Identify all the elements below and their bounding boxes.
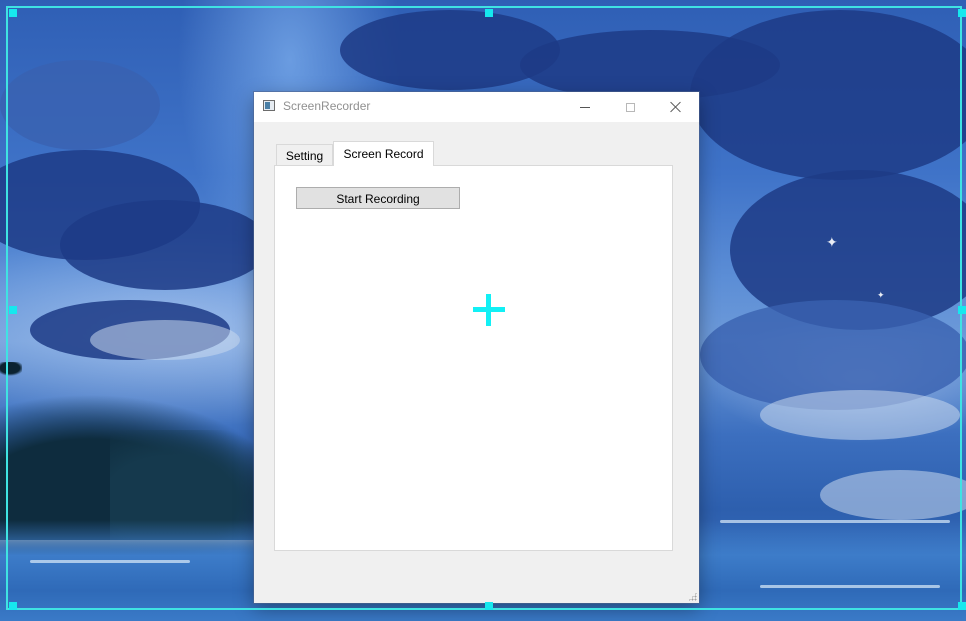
title-bar[interactable]: ScreenRecorder xyxy=(254,92,699,122)
crosshair-icon[interactable] xyxy=(473,294,505,326)
cloud xyxy=(820,470,966,520)
cloud xyxy=(90,320,240,360)
wave-foam xyxy=(30,560,190,563)
crosshair-vertical-bar xyxy=(486,294,491,326)
desktop-wallpaper: ✦ ✦ ScreenRecorder Setting Screen Record… xyxy=(0,0,966,621)
tab-setting[interactable]: Setting xyxy=(276,144,333,165)
window-title: ScreenRecorder xyxy=(283,99,371,113)
resize-handle-top-left[interactable] xyxy=(9,9,17,17)
resize-handle-top[interactable] xyxy=(485,9,493,17)
wave-foam xyxy=(720,520,950,523)
resize-handle-bottom[interactable] xyxy=(485,602,493,610)
start-recording-button[interactable]: Start Recording xyxy=(296,187,460,209)
cloud xyxy=(0,60,160,150)
cloud xyxy=(760,390,960,440)
tab-screen-record[interactable]: Screen Record xyxy=(333,141,434,166)
minimize-button[interactable] xyxy=(562,92,608,122)
wave-foam xyxy=(760,585,940,588)
resize-handle-bottom-right[interactable] xyxy=(958,602,966,610)
maximize-icon xyxy=(625,102,635,112)
app-icon xyxy=(263,100,275,111)
resize-handle-bottom-left[interactable] xyxy=(9,602,17,610)
screen-record-panel: Start Recording xyxy=(274,165,673,551)
close-button[interactable] xyxy=(653,92,699,122)
cloud xyxy=(60,200,270,290)
resize-handle-top-right[interactable] xyxy=(958,9,966,17)
sparkle-icon: ✦ xyxy=(826,235,838,251)
sparkle-icon: ✦ xyxy=(877,291,885,301)
screen-recorder-window: ScreenRecorder Setting Screen Record Sta… xyxy=(254,92,699,603)
maximize-button[interactable] xyxy=(607,92,653,122)
cloud xyxy=(340,10,560,90)
resize-handle-right[interactable] xyxy=(958,306,966,314)
close-icon xyxy=(670,101,682,113)
resize-grip[interactable] xyxy=(688,592,697,601)
resize-handle-left[interactable] xyxy=(9,306,17,314)
minimize-icon xyxy=(580,106,590,108)
